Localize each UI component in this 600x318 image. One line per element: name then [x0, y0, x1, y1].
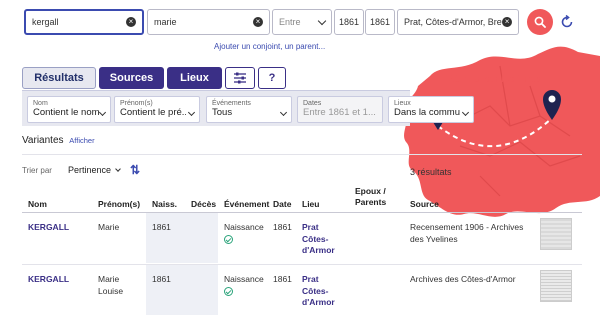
tab-resultats[interactable]: Résultats [22, 67, 96, 89]
col-date[interactable]: Date [273, 199, 291, 209]
row-naiss: 1861 [152, 274, 171, 284]
tab-sources[interactable]: Sources [99, 67, 164, 89]
chevron-down-icon [115, 166, 121, 172]
col-lieu[interactable]: Lieu [302, 199, 319, 209]
row-nom[interactable]: KERGALL [28, 222, 69, 234]
prenom-value: marie [154, 17, 177, 27]
row-lieu[interactable]: Prat Côtes-d'Armor [302, 222, 342, 257]
col-naiss[interactable]: Naiss. [152, 199, 177, 209]
row-evenement: Naissance [224, 274, 264, 284]
nom-value: kergall [32, 17, 59, 27]
divider [22, 154, 582, 155]
col-source[interactable]: Source [410, 199, 439, 209]
row-source: Archives des Côtes-d'Armor [410, 274, 516, 284]
filter-dates: Dates Entre 1861 et 1... [297, 96, 383, 123]
filter-nom[interactable]: Nom Contient le nom [27, 96, 111, 123]
clear-icon[interactable]: × [126, 17, 136, 27]
help-button[interactable]: ? [258, 67, 286, 89]
lieu-search-input[interactable]: Prat, Côtes-d'Armor, Bretag × [397, 9, 519, 35]
row-naiss: 1861 [152, 222, 171, 232]
sort-icon[interactable]: ⇅ [130, 163, 140, 177]
filter-dates-value: Entre 1861 et 1... [303, 107, 376, 118]
header-divider [22, 212, 582, 213]
filter-evenements[interactable]: Événements Tous [206, 96, 292, 123]
filter-nom-label: Nom [33, 100, 48, 107]
row-prenoms: Marie Louise [98, 274, 124, 296]
annee-debut-value: 1861 [339, 17, 360, 27]
col-epoux[interactable]: Epoux / Parents [355, 186, 395, 208]
periode-select[interactable]: Entre [272, 9, 332, 35]
filter-prenom-value: Contient le pré... [120, 107, 186, 118]
filter-prenom-label: Prénom(s) [120, 100, 153, 107]
filters-panel: Nom Contient le nom Prénom(s) Contient l… [22, 90, 474, 126]
search-icon [534, 16, 546, 28]
reset-icon [561, 14, 573, 28]
search-button[interactable] [527, 9, 553, 35]
clear-icon[interactable]: × [502, 17, 512, 27]
clear-icon[interactable]: × [253, 17, 263, 27]
reset-filters-link[interactable]: Réinitialiser les filtres [447, 74, 541, 85]
filter-prenom[interactable]: Prénom(s) Contient le pré... [114, 96, 200, 123]
chevron-down-icon [317, 16, 327, 25]
variantes-label: Variantes [22, 135, 64, 146]
chevron-down-icon [187, 108, 196, 117]
filter-lieux[interactable]: Lieux Dans la commu... [388, 96, 474, 123]
filter-evenements-value: Tous [212, 107, 233, 118]
source-thumbnail[interactable] [540, 270, 572, 302]
row-divider [22, 264, 582, 265]
row-prenoms: Marie [98, 222, 120, 232]
prenom-search-input[interactable]: marie × [147, 9, 270, 35]
col-nom[interactable]: Nom [28, 199, 47, 209]
row-evenement: Naissance [224, 222, 264, 232]
periode-placeholder: Entre [279, 17, 301, 27]
column-shading [146, 265, 218, 315]
col-evenement[interactable]: Événement [224, 199, 269, 209]
annee-debut-input[interactable]: 1861 [334, 9, 364, 35]
sort-label: Trier par [22, 166, 52, 175]
row-nom[interactable]: KERGALL [28, 274, 69, 286]
sort-value: Pertinence [68, 165, 112, 175]
variantes-show-link[interactable]: Afficher [69, 136, 94, 145]
nom-search-input[interactable]: kergall × [24, 9, 144, 35]
row-date: 1861 [273, 274, 292, 284]
row-lieu[interactable]: Prat Côtes-d'Armor [302, 274, 342, 309]
row-source: Recensement 1906 - Archives des Yvelines [410, 222, 524, 244]
col-prenoms[interactable]: Prénom(s) [98, 199, 140, 209]
lieu-value: Prat, Côtes-d'Armor, Bretag [404, 17, 502, 27]
filter-lieux-value: Dans la commu... [394, 107, 460, 118]
chevron-down-icon [461, 108, 470, 117]
filters-settings-button[interactable] [225, 67, 255, 89]
source-thumbnail[interactable] [540, 218, 572, 250]
filter-dates-label: Dates [303, 100, 322, 107]
result-count: 3 résultats [410, 167, 452, 177]
row-date: 1861 [273, 222, 292, 232]
filter-nom-value: Contient le nom [33, 107, 100, 118]
check-circle-icon [224, 287, 233, 296]
settings-sliders-icon [234, 72, 246, 84]
tab-lieux[interactable]: Lieux [167, 67, 222, 89]
annee-fin-input[interactable]: 1861 [365, 9, 395, 35]
col-deces[interactable]: Décès [191, 199, 216, 209]
map-illustration [404, 46, 600, 217]
check-circle-icon [224, 235, 233, 244]
add-relative-link[interactable]: Ajouter un conjoint, un parent... [214, 42, 325, 51]
reset-button[interactable] [557, 12, 577, 32]
sort-select[interactable]: Pertinence [68, 165, 121, 175]
filter-lieux-label: Lieux [394, 100, 411, 107]
filter-evenements-label: Événements [212, 100, 251, 107]
variantes-section: Variantes Afficher [22, 135, 95, 146]
annee-fin-value: 1861 [370, 17, 391, 27]
column-shading [146, 213, 218, 263]
